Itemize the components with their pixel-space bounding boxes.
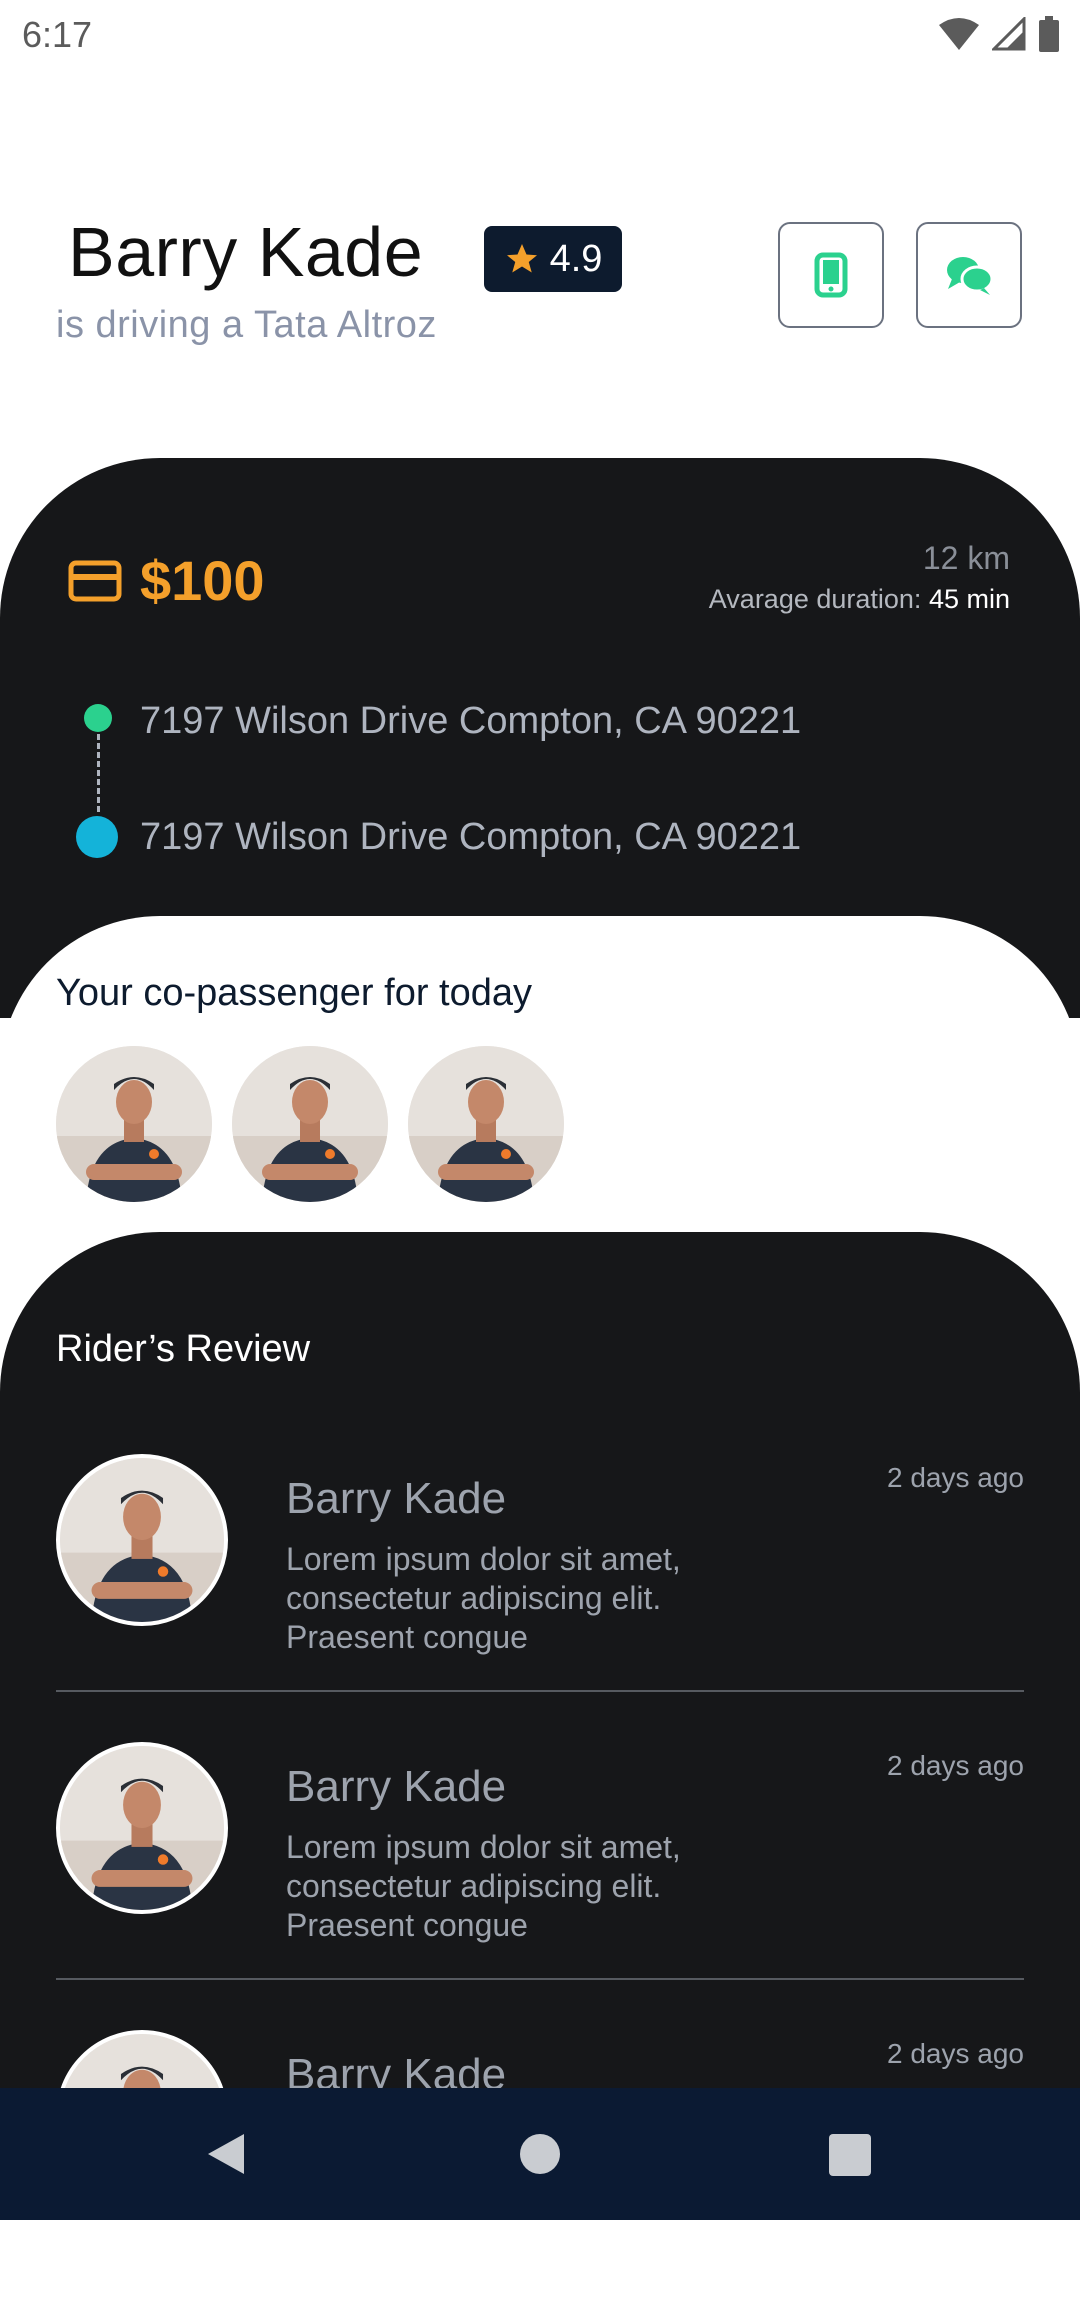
review-item[interactable]: Barry Kade 2 days ago Lorem ipsum dolor … <box>0 1742 1080 2030</box>
chat-icon <box>947 257 994 295</box>
review-time: 2 days ago <box>887 2038 1024 2069</box>
cell-signal-icon <box>992 17 1026 51</box>
pickup-address: 7197 Wilson Drive Compton, CA 90221 <box>140 700 802 742</box>
chat-button[interactable] <box>916 222 1022 328</box>
system-nav-bar <box>0 2088 1080 2220</box>
reviewer-avatar <box>56 1742 228 1914</box>
review-text: Lorem ipsum dolor sit amet, consectetur … <box>286 1541 681 1655</box>
route-line <box>97 734 100 812</box>
review-item[interactable]: Barry Kade 2 days ago Lorem ipsum dolor … <box>0 1454 1080 1742</box>
driver-name: Barry Kade <box>68 213 424 291</box>
battery-icon <box>1039 16 1059 52</box>
divider <box>56 1690 1024 1692</box>
status-icons <box>938 16 1060 52</box>
person-photo <box>408 1046 564 1202</box>
copassenger-avatar[interactable] <box>232 1046 388 1202</box>
reviewer-name: Barry Kade <box>286 1474 507 1523</box>
pickup-dot <box>84 704 112 732</box>
vehicle-text: is driving a Tata Altroz <box>56 304 437 346</box>
status-bar: 6:17 <box>0 0 1080 68</box>
person-photo <box>60 1746 224 1910</box>
home-icon[interactable] <box>520 2134 560 2174</box>
copassenger-avatar[interactable] <box>56 1046 212 1202</box>
duration-value: 45 min <box>928 584 1010 614</box>
copassenger-title: Your co-passenger for today <box>56 972 533 1014</box>
review-time: 2 days ago <box>887 1462 1024 1493</box>
phone-icon <box>814 252 848 298</box>
review-text: Lorem ipsum dolor sit amet, consectetur … <box>286 1829 681 1943</box>
trip-duration: Avarage duration: 45 min <box>709 584 1010 615</box>
reviews-title: Rider’s Review <box>56 1328 311 1370</box>
trip-distance: 12 km <box>922 540 1010 576</box>
back-icon[interactable] <box>206 2132 246 2176</box>
copassenger-avatar[interactable] <box>408 1046 564 1202</box>
person-photo <box>60 1458 224 1622</box>
dropoff-address: 7197 Wilson Drive Compton, CA 90221 <box>140 816 802 858</box>
wifi-icon <box>939 18 979 50</box>
review-time: 2 days ago <box>887 1750 1024 1781</box>
fare: $100 <box>68 548 265 613</box>
star-icon <box>506 244 537 273</box>
rating-value: 4.9 <box>549 237 603 280</box>
reviewer-name: Barry Kade <box>286 1762 507 1811</box>
status-time: 6:17 <box>22 14 93 55</box>
credit-card-icon <box>68 560 122 601</box>
rating-badge: 4.9 <box>484 226 622 292</box>
dropoff-dot <box>76 816 118 858</box>
duration-label: Avarage duration: <box>708 584 922 614</box>
reviewer-avatar <box>56 1454 228 1626</box>
call-button[interactable] <box>778 222 884 328</box>
fare-amount: $100 <box>140 549 265 612</box>
divider <box>56 1978 1024 1980</box>
recent-apps-icon[interactable] <box>829 2134 871 2176</box>
person-photo <box>56 1046 212 1202</box>
person-photo <box>232 1046 388 1202</box>
